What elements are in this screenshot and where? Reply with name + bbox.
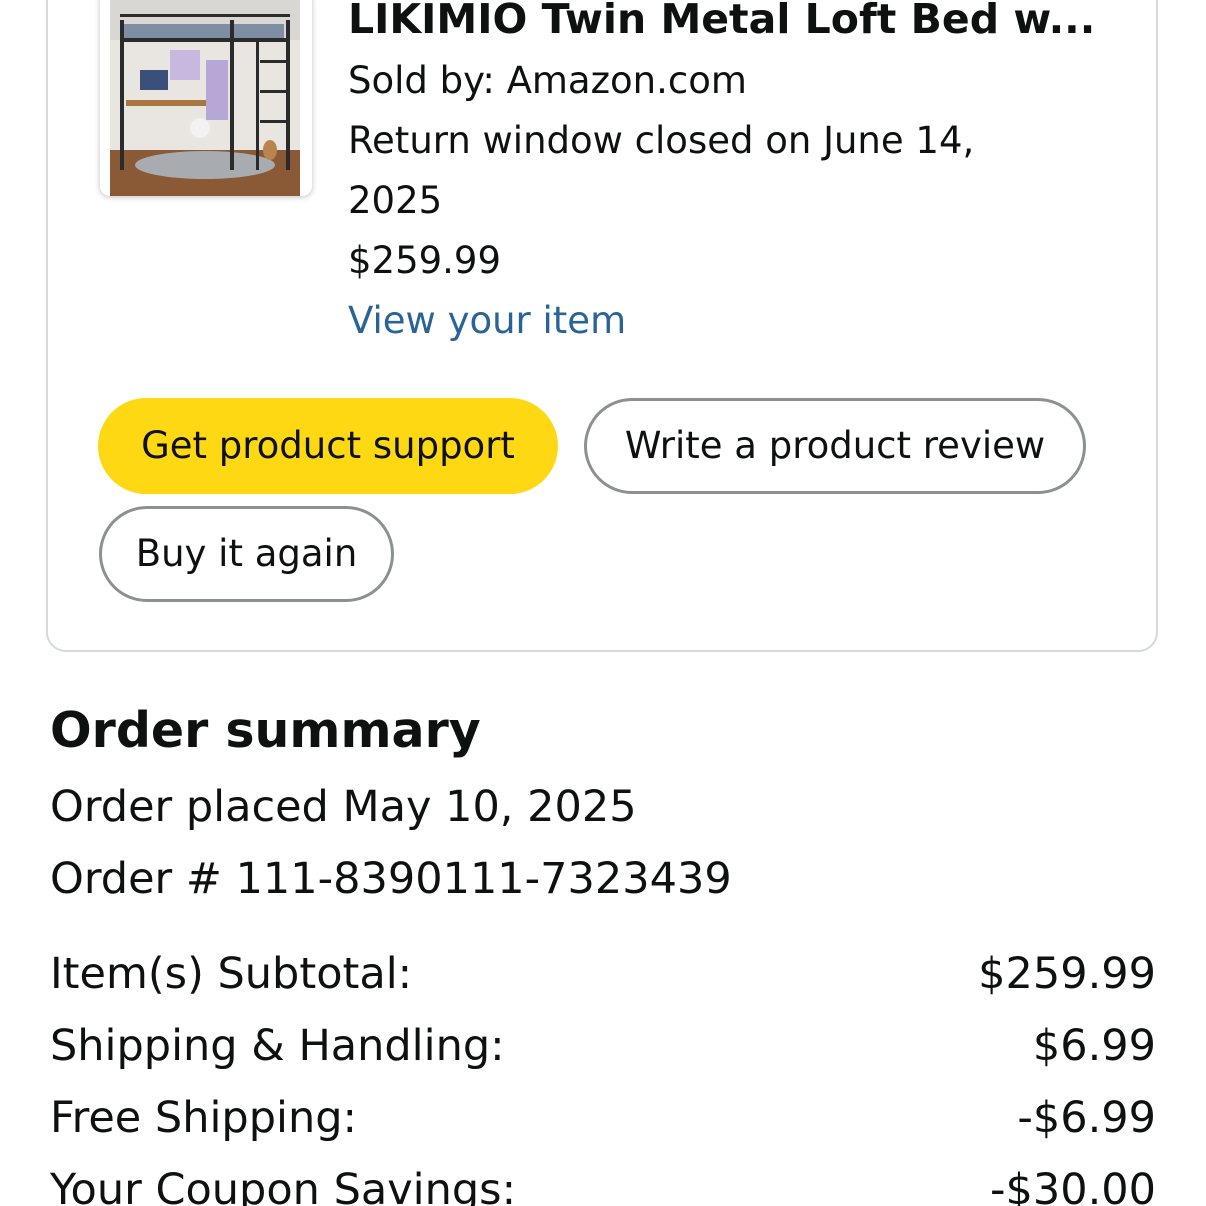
- buy-it-again-button[interactable]: Buy it again: [99, 506, 394, 602]
- buy-it-again-label: Buy it again: [135, 532, 358, 575]
- view-your-item-link[interactable]: View your item: [348, 298, 626, 344]
- summary-row-coupon: Your Coupon Savings: -$30.00: [50, 1162, 1156, 1206]
- summary-row-subtotal: Item(s) Subtotal: $259.99: [50, 946, 1156, 1002]
- order-details-page: LIKIMIO Twin Metal Loft Bed w... Sold by…: [0, 0, 1206, 1206]
- order-summary-heading: Order summary: [50, 702, 481, 759]
- sold-by-text: Sold by: Amazon.com: [348, 59, 747, 102]
- get-product-support-label: Get product support: [141, 424, 515, 467]
- summary-row-value: -$6.99: [1017, 1093, 1156, 1143]
- order-placed-date: Order placed May 10, 2025: [50, 782, 637, 832]
- summary-row-free-shipping: Free Shipping: -$6.99: [50, 1090, 1156, 1146]
- write-product-review-label: Write a product review: [624, 424, 1046, 467]
- summary-row-label: Item(s) Subtotal:: [50, 949, 413, 999]
- item-price: $259.99: [348, 239, 502, 282]
- loft-bed-illustration: [110, 0, 300, 196]
- summary-row-value: $259.99: [978, 949, 1156, 999]
- return-window-year: 2025: [348, 179, 443, 222]
- product-title-link[interactable]: LIKIMIO Twin Metal Loft Bed w...: [348, 0, 1095, 44]
- return-window-text: Return window closed on June 14,: [348, 119, 975, 162]
- summary-row-label: Shipping & Handling:: [50, 1021, 505, 1071]
- summary-row-shipping: Shipping & Handling: $6.99: [50, 1018, 1156, 1074]
- summary-row-label: Free Shipping:: [50, 1093, 357, 1143]
- summary-row-label: Your Coupon Savings:: [50, 1165, 517, 1206]
- summary-row-value: -$30.00: [990, 1165, 1156, 1206]
- summary-row-value: $6.99: [1032, 1021, 1156, 1071]
- product-image[interactable]: [100, 0, 312, 196]
- write-product-review-button[interactable]: Write a product review: [584, 398, 1086, 494]
- get-product-support-button[interactable]: Get product support: [98, 398, 558, 494]
- order-number: Order # 111-8390111-7323439: [50, 854, 732, 904]
